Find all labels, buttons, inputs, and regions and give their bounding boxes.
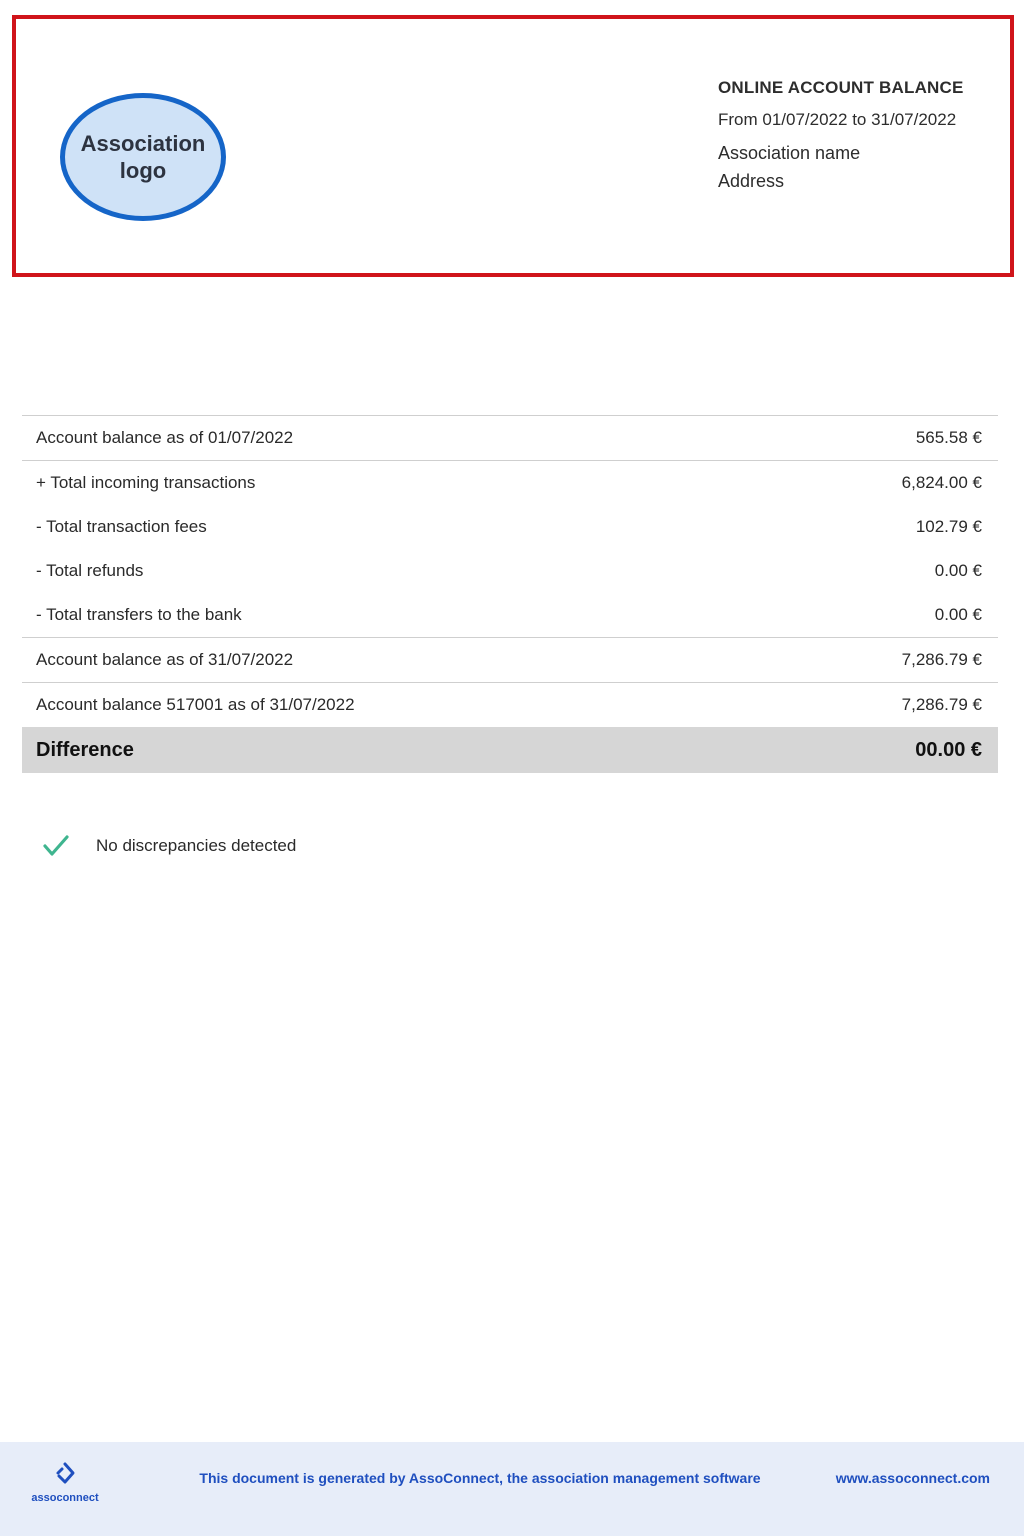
row-label: - Total transfers to the bank [36, 605, 242, 624]
table-row: Account balance 517001 as of 31/07/2022 … [22, 683, 998, 727]
association-logo-label: Association logo [80, 131, 206, 183]
header-info: ONLINE ACCOUNT BALANCE From 01/07/2022 t… [718, 77, 998, 193]
assoconnect-logo: assoconnect [26, 1460, 104, 1504]
row-label: Account balance as of 01/07/2022 [36, 428, 294, 447]
association-name: Association name [718, 143, 861, 163]
footer-note: This document is generated by AssoConnec… [199, 1470, 761, 1486]
status-message: No discrepancies detected [42, 832, 296, 860]
document-title: ONLINE ACCOUNT BALANCE [718, 78, 964, 97]
header-box: Association logo ONLINE ACCOUNT BALANCE … [12, 15, 1014, 277]
association-address: Address [718, 171, 785, 191]
assoconnect-logo-text: assoconnect [31, 1492, 99, 1504]
row-amount: 102.79 € [915, 517, 982, 536]
row-amount: 0.00 € [934, 561, 982, 580]
row-amount: 6,824.00 € [901, 473, 982, 492]
row-label: + Total incoming transactions [36, 473, 256, 492]
checkmark-icon [42, 832, 70, 860]
association-logo: Association logo [60, 93, 226, 221]
footer-website-link[interactable]: www.assoconnect.com [836, 1470, 990, 1486]
balance-table: Account balance as of 01/07/2022 565.58 … [22, 415, 998, 773]
table-row: Account balance as of 01/07/2022 565.58 … [22, 416, 998, 461]
assoconnect-logo-icon [56, 1462, 75, 1484]
row-label: - Total refunds [36, 561, 144, 580]
row-amount: 7,286.79 € [901, 695, 982, 714]
difference-row: Difference 00.00 € [22, 727, 998, 773]
row-amount: 565.58 € [915, 428, 982, 447]
row-amount: 0.00 € [934, 605, 982, 624]
table-row: + Total incoming transactions 6,824.00 € [22, 461, 998, 505]
row-amount: 7,286.79 € [901, 650, 982, 669]
status-text: No discrepancies detected [96, 836, 297, 855]
row-label: Account balance as of 31/07/2022 [36, 650, 294, 669]
period-range: From 01/07/2022 to 31/07/2022 [718, 110, 957, 129]
difference-label: Difference [36, 738, 134, 761]
table-row: - Total transfers to the bank 0.00 € [22, 593, 998, 638]
difference-amount: 00.00 € [915, 738, 982, 761]
row-label: Account balance 517001 as of 31/07/2022 [36, 695, 355, 714]
table-row: - Total refunds 0.00 € [22, 549, 998, 593]
table-row: Account balance as of 31/07/2022 7,286.7… [22, 638, 998, 683]
footer: assoconnect This document is generated b… [0, 1442, 1024, 1536]
table-row: - Total transaction fees 102.79 € [22, 505, 998, 549]
row-label: - Total transaction fees [36, 517, 207, 536]
